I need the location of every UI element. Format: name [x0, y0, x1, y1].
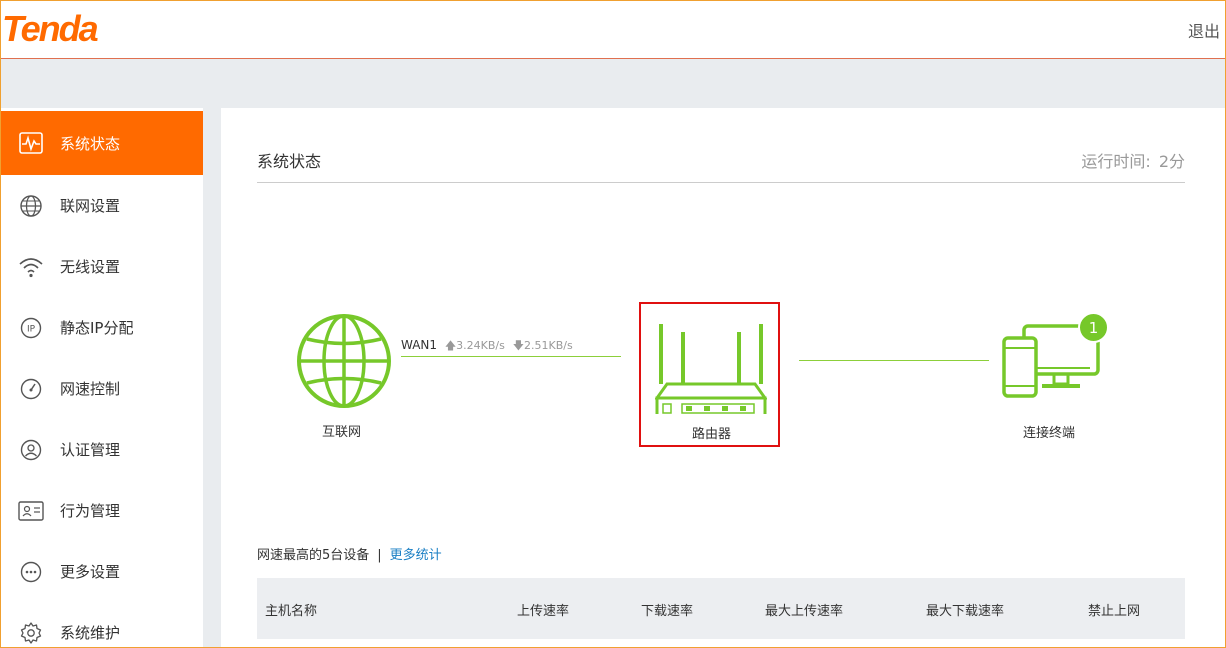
top-bar: Tenda 退出 [0, 0, 1226, 59]
activity-icon [18, 130, 44, 156]
sidebar-item-system-status[interactable]: 系统状态 [0, 111, 203, 175]
wifi-icon [18, 254, 44, 280]
gear-icon [18, 620, 44, 646]
more-stats-link[interactable]: 更多统计 [390, 548, 442, 563]
id-card-icon [18, 498, 44, 524]
more-icon [18, 559, 44, 585]
wan-name: WAN1 [401, 338, 438, 352]
separator: | [377, 548, 382, 563]
ip-icon: IP [18, 315, 44, 341]
sidebar-item-label: 联网设置 [60, 197, 121, 215]
top-devices-heading-row: 网速最高的5台设备 | 更多统计 [257, 544, 442, 563]
logout-link[interactable]: 退出 [1188, 18, 1220, 42]
devices-table-header: 主机名称 上传速率 下载速率 最大上传速率 最大下载速率 禁止上网 [257, 578, 1185, 639]
router-icon [655, 324, 767, 414]
sidebar-item-label: 系统维护 [60, 624, 121, 642]
download-rate: 2.51KB/s [524, 339, 573, 352]
sidebar-item-system-maintenance[interactable]: 系统维护 [0, 602, 203, 648]
sidebar-item-label: 网速控制 [60, 380, 121, 398]
page-header: 系统状态 运行时间: 2分 [257, 146, 1185, 183]
tenda-logo: Tenda [2, 8, 99, 49]
sidebar-item-more-settings[interactable]: 更多设置 [0, 541, 203, 602]
uptime-label: 运行时间: [1081, 152, 1151, 171]
wan-link-line [401, 356, 621, 357]
upload-arrow-icon: 🡅 [444, 339, 457, 352]
sidebar-item-label: 系统状态 [60, 134, 121, 153]
clients-count-badge: 1 [1078, 312, 1109, 343]
download-arrow-icon: 🡇 [512, 339, 525, 352]
sidebar-item-label: 无线设置 [60, 258, 121, 276]
lan-link-line [799, 360, 989, 361]
upload-rate: 3.24KB/s [456, 339, 505, 352]
column-header: 下载速率 [641, 604, 694, 619]
sidebar-item-network-settings[interactable]: 联网设置 [0, 175, 203, 236]
sidebar-item-speed-control[interactable]: 网速控制 [0, 358, 203, 419]
top-devices-heading: 网速最高的5台设备 [257, 548, 370, 563]
router-label: 路由器 [692, 427, 732, 442]
wan-info: WAN1 🡅3.24KB/s 🡇2.51KB/s [401, 337, 573, 356]
sidebar-item-label: 行为管理 [60, 502, 121, 520]
clients-label: 连接终端 [1023, 426, 1076, 441]
sidebar: 系统状态 联网设置 无线设置 IP 静态IP分配 网速控制 认证管理 行为管理 [0, 108, 203, 648]
column-header: 最大下载速率 [926, 604, 1005, 619]
page-title: 系统状态 [257, 152, 322, 171]
internet-globe-icon[interactable] [295, 312, 393, 410]
uptime: 运行时间: 2分 [1073, 148, 1185, 172]
column-header: 主机名称 [265, 604, 318, 619]
sidebar-item-label: 静态IP分配 [60, 319, 134, 337]
sidebar-item-label: 认证管理 [60, 441, 121, 459]
router-node[interactable]: 路由器 [639, 302, 780, 447]
sidebar-item-label: 更多设置 [60, 563, 121, 581]
column-header: 上传速率 [517, 604, 570, 619]
main-panel: 系统状态 运行时间: 2分 互联网 WAN1 🡅3.24KB/s 🡇2.51KB/… [221, 108, 1226, 648]
sidebar-item-auth-management[interactable]: 认证管理 [0, 419, 203, 480]
sidebar-item-behavior-management[interactable]: 行为管理 [0, 480, 203, 541]
sidebar-item-wireless-settings[interactable]: 无线设置 [0, 236, 203, 297]
svg-text:IP: IP [27, 324, 36, 334]
column-header: 最大上传速率 [765, 604, 844, 619]
sidebar-item-static-ip[interactable]: IP 静态IP分配 [0, 297, 203, 358]
uptime-value: 2分 [1158, 152, 1185, 171]
speedometer-icon [18, 376, 44, 402]
column-header: 禁止上网 [1088, 604, 1141, 619]
user-circle-icon [18, 437, 44, 463]
globe-icon [18, 193, 44, 219]
internet-label: 互联网 [322, 425, 362, 440]
